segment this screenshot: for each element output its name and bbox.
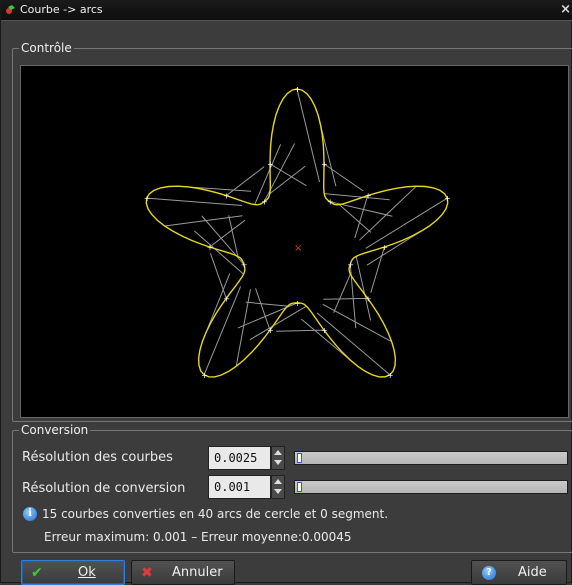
control-line bbox=[255, 288, 271, 331]
control-line bbox=[193, 230, 244, 275]
arc-node-marker: + bbox=[294, 299, 301, 308]
help-button[interactable]: ? Aide bbox=[471, 560, 567, 585]
arc-node-marker: + bbox=[381, 243, 388, 252]
conversion-group-label: Conversion bbox=[19, 423, 91, 437]
control-line bbox=[329, 201, 393, 217]
control-line bbox=[370, 246, 385, 293]
curve-resolution-input[interactable]: 0.0025 bbox=[208, 446, 271, 470]
arc-node-marker: + bbox=[267, 326, 274, 335]
control-line bbox=[245, 301, 288, 307]
app-icon bbox=[6, 5, 15, 14]
control-line bbox=[323, 297, 368, 300]
ok-button-label: Ok bbox=[78, 565, 96, 580]
arc-node-marker: + bbox=[321, 326, 328, 335]
control-line bbox=[316, 312, 391, 376]
control-line bbox=[269, 163, 307, 187]
control-line bbox=[333, 273, 351, 313]
control-line bbox=[276, 329, 325, 332]
control-line bbox=[296, 88, 320, 183]
chevron-down-icon[interactable] bbox=[274, 489, 282, 494]
curve-resolution-slider[interactable] bbox=[294, 451, 568, 465]
center-marker: × bbox=[294, 243, 302, 254]
window-title: Courbe -> arcs bbox=[20, 3, 103, 16]
preview-canvas[interactable]: + + + + + + + + + + + + + + + + + + + + + × bbox=[20, 65, 569, 418]
x-icon: ✖ bbox=[141, 565, 153, 581]
arc-node-marker: + bbox=[327, 198, 334, 207]
arc-node-marker: + bbox=[365, 294, 372, 303]
chevron-up-icon[interactable] bbox=[274, 450, 282, 455]
control-line bbox=[354, 195, 369, 239]
arc-node-marker: + bbox=[241, 260, 248, 269]
info-icon: i bbox=[23, 507, 37, 521]
ok-button[interactable]: ✔ Ok bbox=[21, 560, 125, 585]
control-line bbox=[209, 219, 246, 248]
arc-node-marker: + bbox=[144, 194, 151, 203]
chevron-down-icon[interactable] bbox=[274, 460, 282, 465]
control-line bbox=[339, 204, 372, 233]
slider-handle[interactable] bbox=[297, 482, 302, 492]
curve-resolution-stepper[interactable] bbox=[271, 446, 285, 470]
arc-node-marker: + bbox=[347, 260, 354, 269]
arc-node-marker: + bbox=[223, 192, 230, 201]
help-button-label: Aide bbox=[518, 565, 547, 580]
control-line bbox=[322, 303, 392, 343]
checkmark-icon: ✔ bbox=[31, 565, 43, 581]
control-lines bbox=[146, 88, 448, 376]
cancel-button[interactable]: ✖ Annuler bbox=[131, 560, 235, 585]
converted-curve bbox=[145, 88, 449, 378]
arc-node-marker: + bbox=[444, 194, 451, 203]
arc-node-marker: + bbox=[294, 85, 301, 94]
control-group-label: Contrôle bbox=[19, 41, 74, 55]
control-line bbox=[209, 253, 227, 299]
close-icon[interactable]: × bbox=[560, 2, 571, 17]
arc-node-marker: + bbox=[387, 371, 394, 380]
arc-node-marker: + bbox=[321, 160, 328, 169]
arc-node-marker: + bbox=[201, 371, 208, 380]
conversion-resolution-label: Résolution de conversion bbox=[22, 481, 186, 496]
arc-node-marker: + bbox=[261, 198, 268, 207]
conversion-resolution-stepper[interactable] bbox=[271, 475, 285, 499]
arc-node-marker: + bbox=[207, 243, 214, 252]
conversion-resolution-slider[interactable] bbox=[294, 480, 568, 494]
curve-preview: ++++ +++++++++++++ ++++× bbox=[144, 85, 451, 380]
arc-node-marker: + bbox=[223, 294, 230, 303]
summary-line-1: 15 courbes converties en 40 arcs de cerc… bbox=[42, 507, 389, 521]
conversion-resolution-input[interactable]: 0.001 bbox=[208, 475, 271, 499]
control-line bbox=[228, 215, 239, 257]
curve-resolution-label: Résolution des courbes bbox=[22, 450, 173, 465]
title-bar[interactable]: Courbe -> arcs × bbox=[1, 1, 572, 21]
cancel-button-label: Annuler bbox=[172, 565, 223, 580]
chevron-up-icon[interactable] bbox=[274, 479, 282, 484]
summary-line-2: Erreur maximum: 0.001 – Erreur moyenne:0… bbox=[44, 530, 352, 544]
arc-node-marker: + bbox=[267, 160, 274, 169]
slider-handle[interactable] bbox=[297, 453, 302, 463]
control-line bbox=[349, 264, 357, 329]
control-line bbox=[355, 256, 372, 321]
dialog-window: Courbe -> arcs × Contrôle + + + + + + + + + + + + + +… bbox=[0, 0, 572, 585]
control-line bbox=[201, 215, 245, 265]
help-icon: ? bbox=[482, 566, 496, 580]
control-line bbox=[323, 163, 364, 192]
arc-node-marker: + bbox=[365, 192, 372, 201]
